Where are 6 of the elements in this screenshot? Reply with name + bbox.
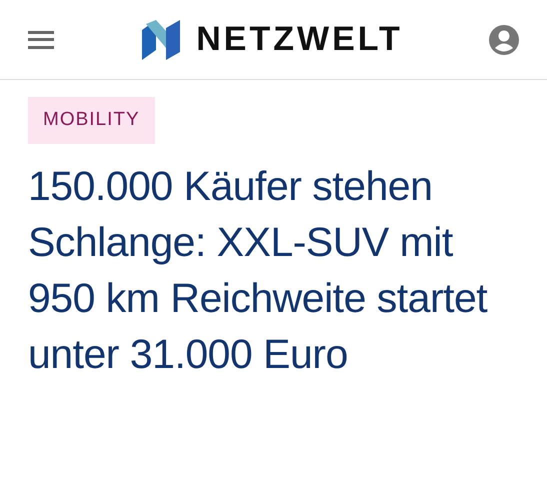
user-account-icon[interactable] [489,24,519,54]
logo-icon [142,20,180,60]
article-headline: 150.000 Käufer stehen Schlange: XXL-SUV mit 950 km Reichweite startet unter 31.000 Euro [28,162,488,378]
category-tag[interactable]: MOBILITY [28,97,155,144]
menu-button[interactable] [28,28,56,50]
site-logo[interactable]: NETZWELT [196,14,403,65]
